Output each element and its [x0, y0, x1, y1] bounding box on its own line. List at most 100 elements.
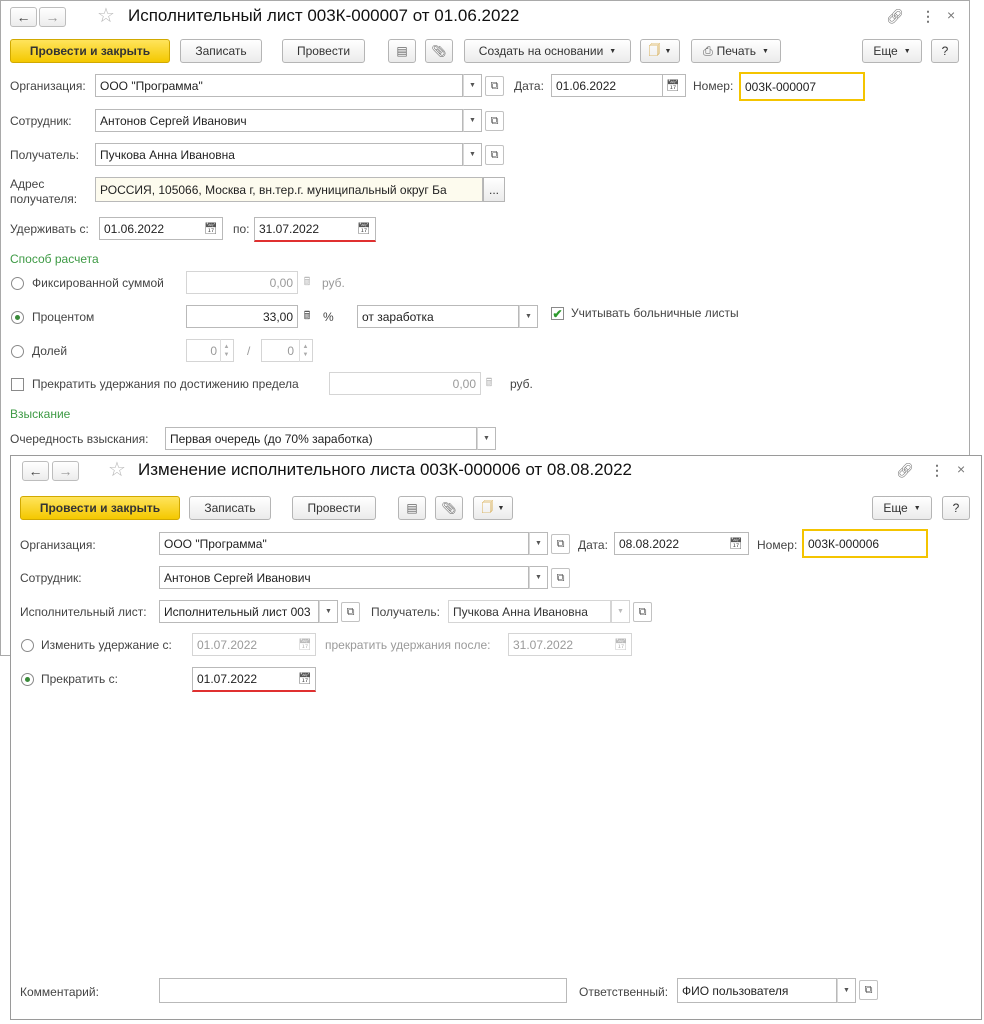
more-button[interactable]: Еще ▼ [872, 496, 932, 520]
favorite-star-icon[interactable]: ☆ [108, 460, 126, 480]
address-label-line1: Адрес [10, 177, 45, 191]
more-menu-icon[interactable]: ⋮ [921, 8, 935, 24]
save-button[interactable]: Записать [189, 496, 271, 520]
organization-open-button[interactable]: ⧉ [551, 534, 570, 554]
organization-open-button[interactable]: ⧉ [485, 76, 504, 96]
comment-field[interactable] [159, 978, 567, 1003]
organization-label: Организация: [10, 79, 86, 93]
organization-label: Организация: [20, 538, 96, 552]
link-icon[interactable]: 🔗︎ [886, 8, 904, 24]
employee-dropdown[interactable]: ▼ [463, 109, 482, 132]
documents-menu-button[interactable]: 🗍︎ ▼ [473, 496, 513, 520]
create-based-button[interactable]: Создать на основании ▼ [464, 39, 631, 63]
organization-dropdown[interactable]: ▼ [463, 74, 482, 97]
sick-leave-checkbox[interactable]: ✔ [551, 307, 564, 320]
percent-base-dropdown[interactable]: ▼ [519, 305, 538, 328]
employee-open-button[interactable]: ⧉ [551, 568, 570, 588]
more-menu-icon[interactable]: ⋮ [930, 462, 944, 478]
attach-button[interactable]: 📎︎ [435, 496, 463, 520]
order-field[interactable]: Первая очередь (до 70% заработка) [165, 427, 477, 450]
recipient-dropdown[interactable]: ▼ [611, 600, 630, 623]
back-button[interactable]: ← [10, 7, 37, 27]
limit-calc-button[interactable]: 🖩︎ [478, 372, 500, 395]
chevron-down-icon: ▼ [535, 540, 542, 547]
organization-dropdown[interactable]: ▼ [529, 532, 548, 555]
stop-from-radio[interactable] [21, 673, 34, 686]
writ-field[interactable]: Исполнительный лист 003 [159, 600, 319, 623]
percent-radio[interactable] [11, 311, 24, 324]
favorite-star-icon[interactable]: ☆ [97, 6, 115, 26]
printer-icon: ⎙ [703, 43, 713, 58]
recipient-field[interactable]: Пучкова Анна Ивановна [95, 143, 463, 166]
address-field[interactable]: РОССИЯ, 105066, Москва г, вн.тер.г. муни… [95, 177, 483, 202]
number-field[interactable]: 003К-000006 [802, 529, 928, 558]
share-denominator-spinner[interactable]: ▲ ▼ [299, 339, 311, 362]
limit-field[interactable]: 0,00 [329, 372, 481, 395]
recipient-dropdown[interactable]: ▼ [463, 143, 482, 166]
more-button[interactable]: Еще ▼ [862, 39, 922, 63]
open-icon: ⧉ [556, 571, 565, 584]
open-icon: ⧉ [864, 983, 873, 996]
help-button[interactable]: ? [931, 39, 959, 63]
link-icon[interactable]: 🔗︎ [896, 462, 914, 478]
print-button[interactable]: ⎙ Печать ▼ [691, 39, 781, 63]
calendar-icon: 📅︎ [298, 673, 312, 685]
order-dropdown[interactable]: ▼ [477, 427, 496, 450]
fixed-sum-field[interactable]: 0,00 [186, 271, 298, 294]
employee-dropdown[interactable]: ▼ [529, 566, 548, 589]
change-hold-radio[interactable] [21, 639, 34, 652]
date-calendar-frame [662, 74, 686, 97]
save-button[interactable]: Записать [180, 39, 262, 63]
responsible-dropdown[interactable]: ▼ [837, 978, 856, 1003]
sick-leave-label: Учитывать больничные листы [571, 306, 739, 320]
address-select-button[interactable]: ... [483, 177, 505, 202]
date-calendar-button[interactable]: 📅︎ [725, 532, 747, 555]
post-and-close-button[interactable]: Провести и закрыть [10, 39, 170, 63]
change-hold-calendar-button[interactable]: 📅︎ [294, 633, 316, 656]
recipient-open-button[interactable]: ⧉ [633, 602, 652, 622]
report-list-button[interactable]: ▤ [388, 39, 416, 63]
stop-from-calendar-button[interactable]: 📅︎ [294, 667, 316, 690]
recipient-field[interactable]: Пучкова Анна Ивановна [448, 600, 611, 623]
organization-field[interactable]: ООО "Программа" [159, 532, 529, 555]
report-list-button[interactable]: ▤ [398, 496, 426, 520]
fixed-sum-calc-button[interactable]: 🖩︎ [296, 271, 318, 294]
back-button[interactable]: ← [22, 461, 49, 481]
employee-field[interactable]: Антонов Сергей Иванович [159, 566, 529, 589]
chevron-down-icon: ▼ [843, 987, 850, 994]
responsible-field[interactable]: ФИО пользователя [677, 978, 837, 1003]
forward-button[interactable]: → [39, 7, 66, 27]
calendar-icon: 📅︎ [729, 538, 743, 550]
fixed-sum-radio[interactable] [11, 277, 24, 290]
forward-button[interactable]: → [52, 461, 79, 481]
organization-field[interactable]: ООО "Программа" [95, 74, 463, 97]
responsible-open-button[interactable]: ⧉ [859, 980, 878, 1000]
help-button[interactable]: ? [942, 496, 970, 520]
recipient-open-button[interactable]: ⧉ [485, 145, 504, 165]
percent-field[interactable]: 33,00 [186, 305, 298, 328]
hold-to-calendar-button[interactable]: 📅︎ [353, 217, 375, 240]
stop-after-calendar-button[interactable]: 📅︎ [610, 633, 632, 656]
writ-open-button[interactable]: ⧉ [341, 602, 360, 622]
chevron-down-icon: ▼ [497, 504, 505, 512]
employee-open-button[interactable]: ⧉ [485, 111, 504, 131]
post-and-close-button[interactable]: Провести и закрыть [20, 496, 180, 520]
documents-menu-button[interactable]: 🗍︎ ▼ [640, 39, 680, 63]
writ-dropdown[interactable]: ▼ [319, 600, 338, 623]
limit-checkbox[interactable] [11, 378, 24, 391]
percent-calc-button[interactable]: 🖩︎ [296, 305, 318, 328]
share-radio[interactable] [11, 345, 24, 358]
percent-base-field[interactable]: от заработка [357, 305, 519, 328]
hold-from-calendar-button[interactable]: 📅︎ [200, 217, 222, 240]
recipient-label: Получатель: [10, 148, 79, 162]
calendar-icon: 📅︎ [357, 223, 371, 235]
number-field[interactable]: 003К-000007 [739, 72, 865, 101]
share-numerator-spinner[interactable]: ▲ ▼ [220, 339, 232, 362]
attach-button[interactable]: 📎︎ [425, 39, 453, 63]
employee-field[interactable]: Антонов Сергей Иванович [95, 109, 463, 132]
close-icon[interactable]: × [947, 7, 955, 23]
close-icon[interactable]: × [957, 461, 965, 477]
post-button[interactable]: Провести [292, 496, 376, 520]
post-button[interactable]: Провести [282, 39, 365, 63]
date-field[interactable]: 01.06.2022 [551, 74, 663, 97]
